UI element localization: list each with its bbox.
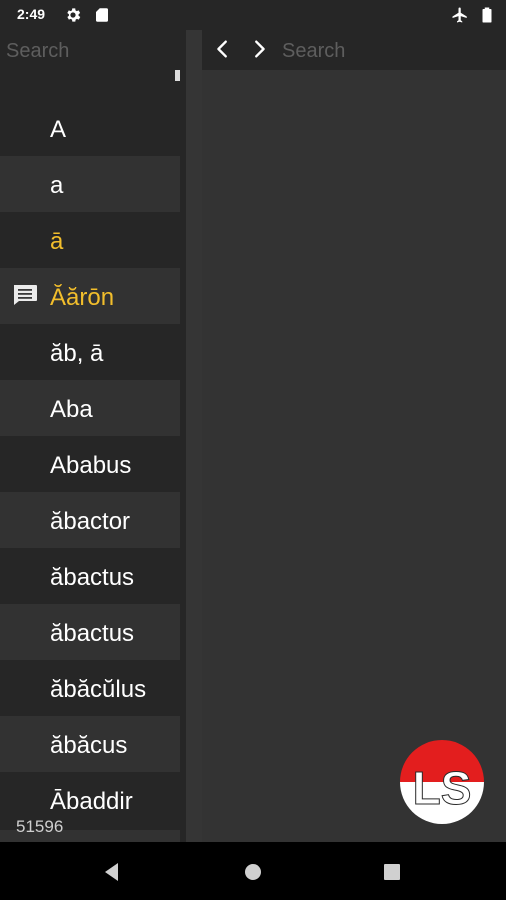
list-item[interactable]: ăbactus: [0, 604, 180, 660]
system-nav-bar: [0, 842, 506, 900]
pane-divider[interactable]: [186, 30, 202, 842]
word-list: Aa ā Ăărōn ăb, ā Aba Ababus ăbactor ăbactus ăbac…: [0, 100, 180, 828]
scrollbar-thumb[interactable]: [175, 70, 180, 81]
word-search-input[interactable]: Search: [6, 40, 69, 63]
list-item[interactable]: ăbăcus: [0, 716, 180, 772]
list-item[interactable]: a: [0, 156, 180, 212]
list-item-label: ăbactus: [50, 620, 135, 647]
nav-recents-icon[interactable]: [380, 860, 404, 884]
list-item-label: Ābaddir: [50, 788, 133, 815]
list-item[interactable]: ăbactor: [0, 492, 180, 548]
list-item[interactable]: Ababus: [0, 436, 180, 492]
list-item-label: ăbăcŭlus: [50, 676, 147, 703]
list-item-label: Ababus: [50, 452, 132, 479]
word-list-pane: Search Aa ā Ăărōn ăb, ā Aba Ababus ăbactor ăbac…: [0, 30, 186, 842]
list-item[interactable]: Ăărōn: [0, 268, 180, 324]
list-item-label: a: [50, 172, 64, 199]
list-item[interactable]: Aba: [0, 380, 180, 436]
nav-home-icon[interactable]: [241, 860, 265, 884]
entry-search-input[interactable]: Search: [282, 40, 345, 63]
chevron-right-icon[interactable]: [248, 38, 270, 60]
list-item-label: A: [50, 116, 67, 143]
sd-card-icon: [96, 8, 108, 22]
ls-logo-text: LS: [413, 762, 472, 814]
entry-count: 51596: [16, 817, 64, 836]
note-icon: [14, 285, 37, 305]
list-item-label: ăbactor: [50, 508, 131, 535]
ls-logo[interactable]: LS: [398, 738, 486, 826]
list-item[interactable]: ā: [0, 212, 180, 268]
list-item-label: ăb, ā: [50, 340, 104, 367]
nav-back-icon[interactable]: [100, 860, 124, 884]
status-bar: 2:49: [0, 0, 506, 30]
list-item[interactable]: ăbăcŭlus: [0, 660, 180, 716]
chevron-left-icon[interactable]: [212, 38, 234, 60]
list-item-label: ăbactus: [50, 564, 135, 591]
entry-content: [202, 70, 506, 842]
list-item[interactable]: ăb, ā: [0, 324, 180, 380]
airplane-icon: [452, 7, 467, 23]
battery-icon: [482, 7, 492, 23]
entry-toolbar: Search: [202, 30, 506, 70]
list-item[interactable]: A: [0, 100, 180, 156]
list-item[interactable]: ăbactus: [0, 548, 180, 604]
list-item-label: ā: [50, 228, 64, 255]
list-item-label: Aba: [50, 396, 93, 423]
list-item-label: ăbăcus: [50, 732, 128, 759]
status-time: 2:49: [17, 6, 46, 22]
gear-icon: [67, 8, 81, 22]
list-item-label: Ăărōn: [50, 284, 115, 311]
